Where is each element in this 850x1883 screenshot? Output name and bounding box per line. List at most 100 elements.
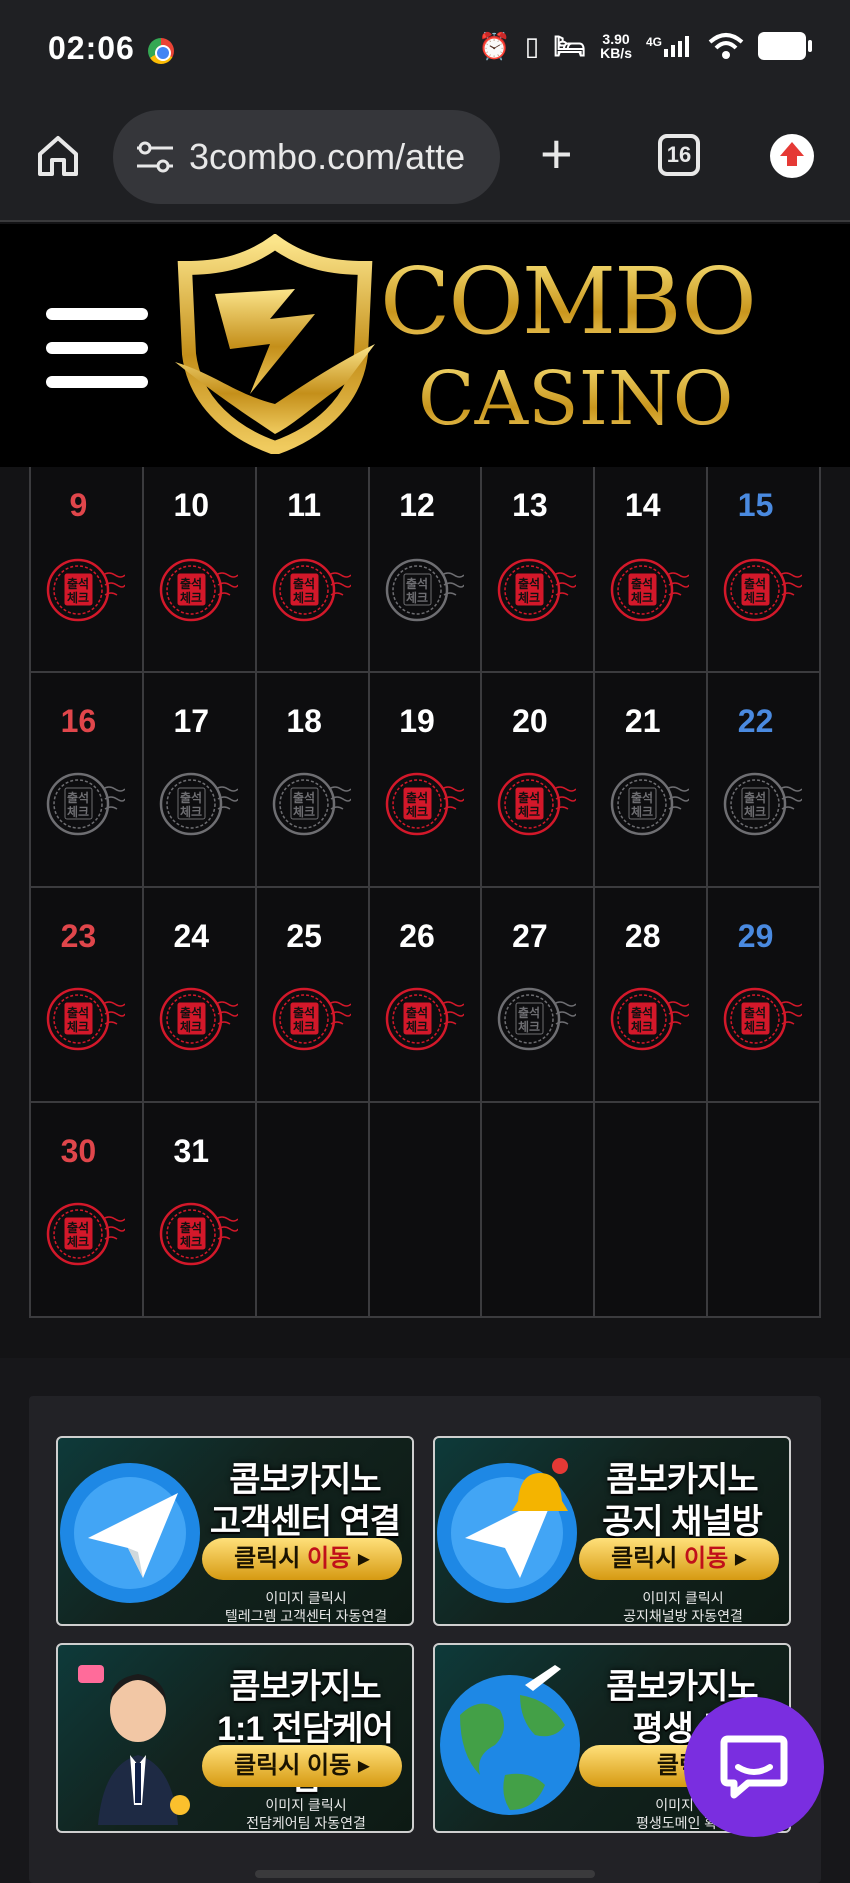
calendar-day-number: 17: [173, 703, 210, 739]
calendar-day-cell[interactable]: 20 출석 체크: [482, 673, 596, 886]
calendar-day-number: 21: [624, 703, 661, 739]
calendar-day-cell[interactable]: 27 출석 체크: [482, 888, 596, 1101]
stamp-text-top: 출석: [293, 576, 315, 591]
attendance-stamp-checked-icon: 출석체크: [159, 987, 238, 1051]
stamp-text-top: 출석: [744, 1005, 766, 1020]
calendar-day-cell[interactable]: 25 출석 체크: [256, 888, 370, 1101]
signal-icon: [664, 36, 689, 57]
stamp-text-bottom: 체크: [631, 590, 653, 605]
banner-click-button[interactable]: 클릭시 이동 ▸: [202, 1538, 402, 1580]
calendar-day-number: 13: [512, 487, 548, 523]
calendar-week-row: 23 출석 체크 24 출석 체크 25 출석 체크 26 출석 체크 27 출석 체크 28 출석 체크 29 출석…: [31, 888, 822, 1103]
update-icon[interactable]: [770, 134, 814, 178]
attendance-stamp-checked-icon: 출석체크: [272, 558, 351, 622]
calendar-day-cell[interactable]: 29 출석 체크: [708, 888, 822, 1101]
promo-banner[interactable]: 콤보카지노1:1 전담케어팀클릭시 이동 ▸이미지 클릭시전담케어팀 자동연결: [56, 1643, 414, 1833]
banner-caption-detail: 텔레그렘 고객센터 자동연결: [224, 1608, 388, 1624]
stamp-text-bottom: 체크: [406, 1019, 428, 1034]
calendar-day-cell[interactable]: 18 출석 체크: [256, 673, 370, 886]
calendar-day-number: 25: [286, 918, 322, 954]
stamp-text-top: 출석: [631, 790, 653, 805]
net-speed: 3.90 KB/s: [600, 32, 632, 60]
stamp-text-top: 출석: [180, 1220, 202, 1235]
stamp-text-bottom: 체크: [67, 1234, 89, 1249]
address-bar[interactable]: 3combo.com/atte: [113, 110, 500, 204]
calendar-day-cell[interactable]: 17 출석 체크: [143, 673, 257, 886]
promo-banner[interactable]: 콤보카지노 공지 채널방 클릭시 이동 ▸ 이미지 클릭시 공지채널방 자동연결: [433, 1436, 791, 1626]
new-tab-icon[interactable]: +: [540, 126, 573, 182]
stamp-text-top: 출석: [67, 576, 89, 591]
calendar-week-row: 16 출석 체크 17 출석 체크 18 출석 체크 19 출석 체크 20 출석 체크 21 출석 체크 22 출석…: [31, 673, 822, 888]
stamp-text-bottom: 체크: [631, 804, 653, 819]
calendar-day-cell[interactable]: 24 출석 체크: [143, 888, 257, 1101]
attendance-stamp-checked-icon: 출석체크: [611, 987, 690, 1051]
net-speed-unit: KB/s: [600, 45, 632, 61]
stamp-text-top: 출석: [744, 790, 766, 805]
bed-icon: 🛏: [553, 31, 587, 61]
stamp-text-bottom: 체크: [180, 590, 202, 605]
chat-icon: [720, 1735, 788, 1799]
signal-group: 4G: [646, 35, 694, 57]
calendar-day-cell[interactable]: 14 출석 체크: [595, 467, 709, 671]
calendar-day-number: 15: [737, 487, 774, 523]
chat-button[interactable]: [684, 1697, 824, 1837]
stamp-text-top: 출석: [406, 1005, 428, 1020]
menu-icon[interactable]: [46, 308, 148, 388]
vibrate-icon: ▯: [524, 31, 540, 61]
calendar-day-cell[interactable]: 23 출석 체크: [31, 888, 144, 1101]
site-settings-icon[interactable]: [135, 140, 175, 174]
calendar-day-cell[interactable]: 12 출석 체크: [369, 467, 483, 671]
calendar-day-number: 27: [512, 918, 548, 954]
calendar-day-cell[interactable]: 31 출석 체크: [143, 1103, 257, 1316]
stamp-text-bottom: 체크: [180, 1234, 202, 1249]
attendance-stamp-checked-icon: 출석체크: [385, 772, 464, 836]
tab-switcher-button[interactable]: 16: [658, 134, 700, 176]
attendance-stamp-unchecked-icon: 출석체크: [159, 772, 238, 836]
banner-click-button[interactable]: 클릭시 이동 ▸: [202, 1745, 402, 1787]
telegram-bell-icon: [437, 1458, 577, 1603]
calendar-day-number: 23: [60, 918, 97, 954]
calendar-day-number: 14: [624, 487, 661, 523]
calendar-day-number: 30: [60, 1133, 97, 1169]
calendar-day-number: 31: [173, 1133, 210, 1169]
calendar-day-cell[interactable]: 9 출석 체크: [31, 467, 144, 671]
calendar-day-cell[interactable]: 26 출석 체크: [369, 888, 483, 1101]
globe-icon: [440, 1665, 580, 1815]
status-bar: 02:06 ⏰ ▯ 🛏 3.90 KB/s 4G: [0, 0, 850, 100]
calendar-day-number: 11: [287, 487, 322, 523]
stamp-text-bottom: 체크: [744, 590, 766, 605]
calendar-day-cell[interactable]: 13 출석 체크: [482, 467, 596, 671]
banner-subtitle: 공지 채널방: [602, 1503, 763, 1541]
calendar-day-number: 20: [512, 703, 548, 739]
calendar-day-cell[interactable]: 10 출석 체크: [143, 467, 257, 671]
banner-button-label-b: 이동: [307, 1752, 352, 1779]
banner-button-label-b: 이동: [307, 1545, 352, 1572]
home-icon[interactable]: [34, 132, 82, 180]
calendar-day-cell[interactable]: 28 출석 체크: [595, 888, 709, 1101]
calendar-empty-cell: [708, 1103, 822, 1316]
calendar-day-number: 29: [737, 918, 774, 954]
attendance-stamp-checked-icon: 출석체크: [723, 987, 803, 1051]
calendar-day-cell[interactable]: 11 출석 체크: [256, 467, 370, 671]
calendar-day-cell[interactable]: 21 출석 체크: [595, 673, 709, 886]
calendar-day-cell[interactable]: 16 출석 체크: [31, 673, 144, 886]
stamp-text-top: 출석: [67, 1005, 89, 1020]
calendar-day-cell[interactable]: 19 출석 체크: [369, 673, 483, 886]
calendar-day-cell[interactable]: 30 출석 체크: [31, 1103, 144, 1316]
banner-caption-detail: 공지채널방 자동연결: [623, 1608, 743, 1624]
stamp-text-bottom: 체크: [631, 1019, 653, 1034]
calendar-day-cell[interactable]: 15 출석 체크: [708, 467, 822, 671]
calendar-day-number: 18: [286, 703, 322, 739]
banner-click-button[interactable]: 클릭시 이동 ▸: [579, 1538, 779, 1580]
attendance-stamp-checked-icon: 출석체크: [159, 1202, 238, 1266]
stamp-text-bottom: 체크: [67, 590, 89, 605]
promo-banner[interactable]: 콤보카지노 고객센터 연결 클릭시 이동 ▸ 이미지 클릭시 텔레그렘 고객센터 자동연…: [56, 1436, 414, 1626]
stamp-text-bottom: 체크: [180, 804, 202, 819]
banner-caption: 이미지 클릭시: [642, 1590, 724, 1606]
banner-subtitle: 고객센터 연결: [209, 1503, 401, 1541]
banner-button-label-b: 이동: [684, 1545, 729, 1572]
stamp-text-top: 출석: [406, 576, 428, 591]
calendar-day-cell[interactable]: 22 출석 체크: [708, 673, 822, 886]
stamp-text-top: 출석: [631, 576, 653, 591]
stamp-text-top: 출석: [518, 1005, 540, 1020]
